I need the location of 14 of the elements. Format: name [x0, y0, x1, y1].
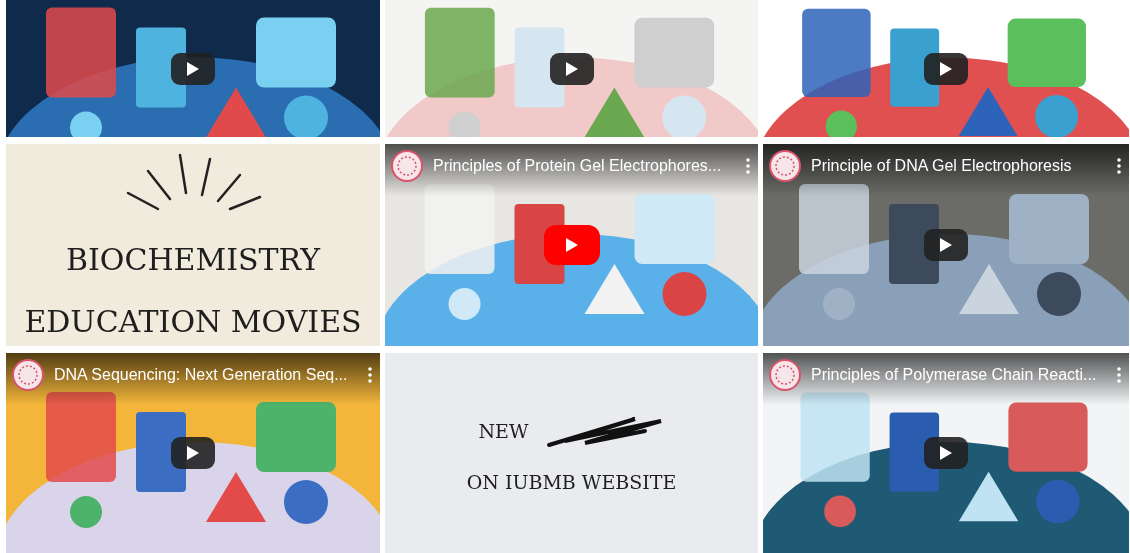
- play-button[interactable]: [924, 52, 968, 85]
- more-options-icon[interactable]: [1117, 158, 1121, 174]
- card-heading: ON IUBMB WEBSITE: [466, 472, 677, 492]
- card-heading: BIOCHEMISTRY: [65, 245, 321, 275]
- more-options-icon[interactable]: [368, 367, 372, 383]
- channel-logo-icon[interactable]: [391, 150, 423, 182]
- card-heading: EDUCATION MOVIES: [24, 307, 362, 337]
- play-button[interactable]: [171, 52, 215, 85]
- channel-logo-icon[interactable]: [12, 359, 44, 391]
- play-button[interactable]: [924, 437, 968, 469]
- card-heading: NEW: [478, 422, 529, 441]
- channel-logo-icon[interactable]: [769, 150, 801, 182]
- play-button[interactable]: [171, 437, 215, 469]
- play-button[interactable]: [924, 229, 968, 261]
